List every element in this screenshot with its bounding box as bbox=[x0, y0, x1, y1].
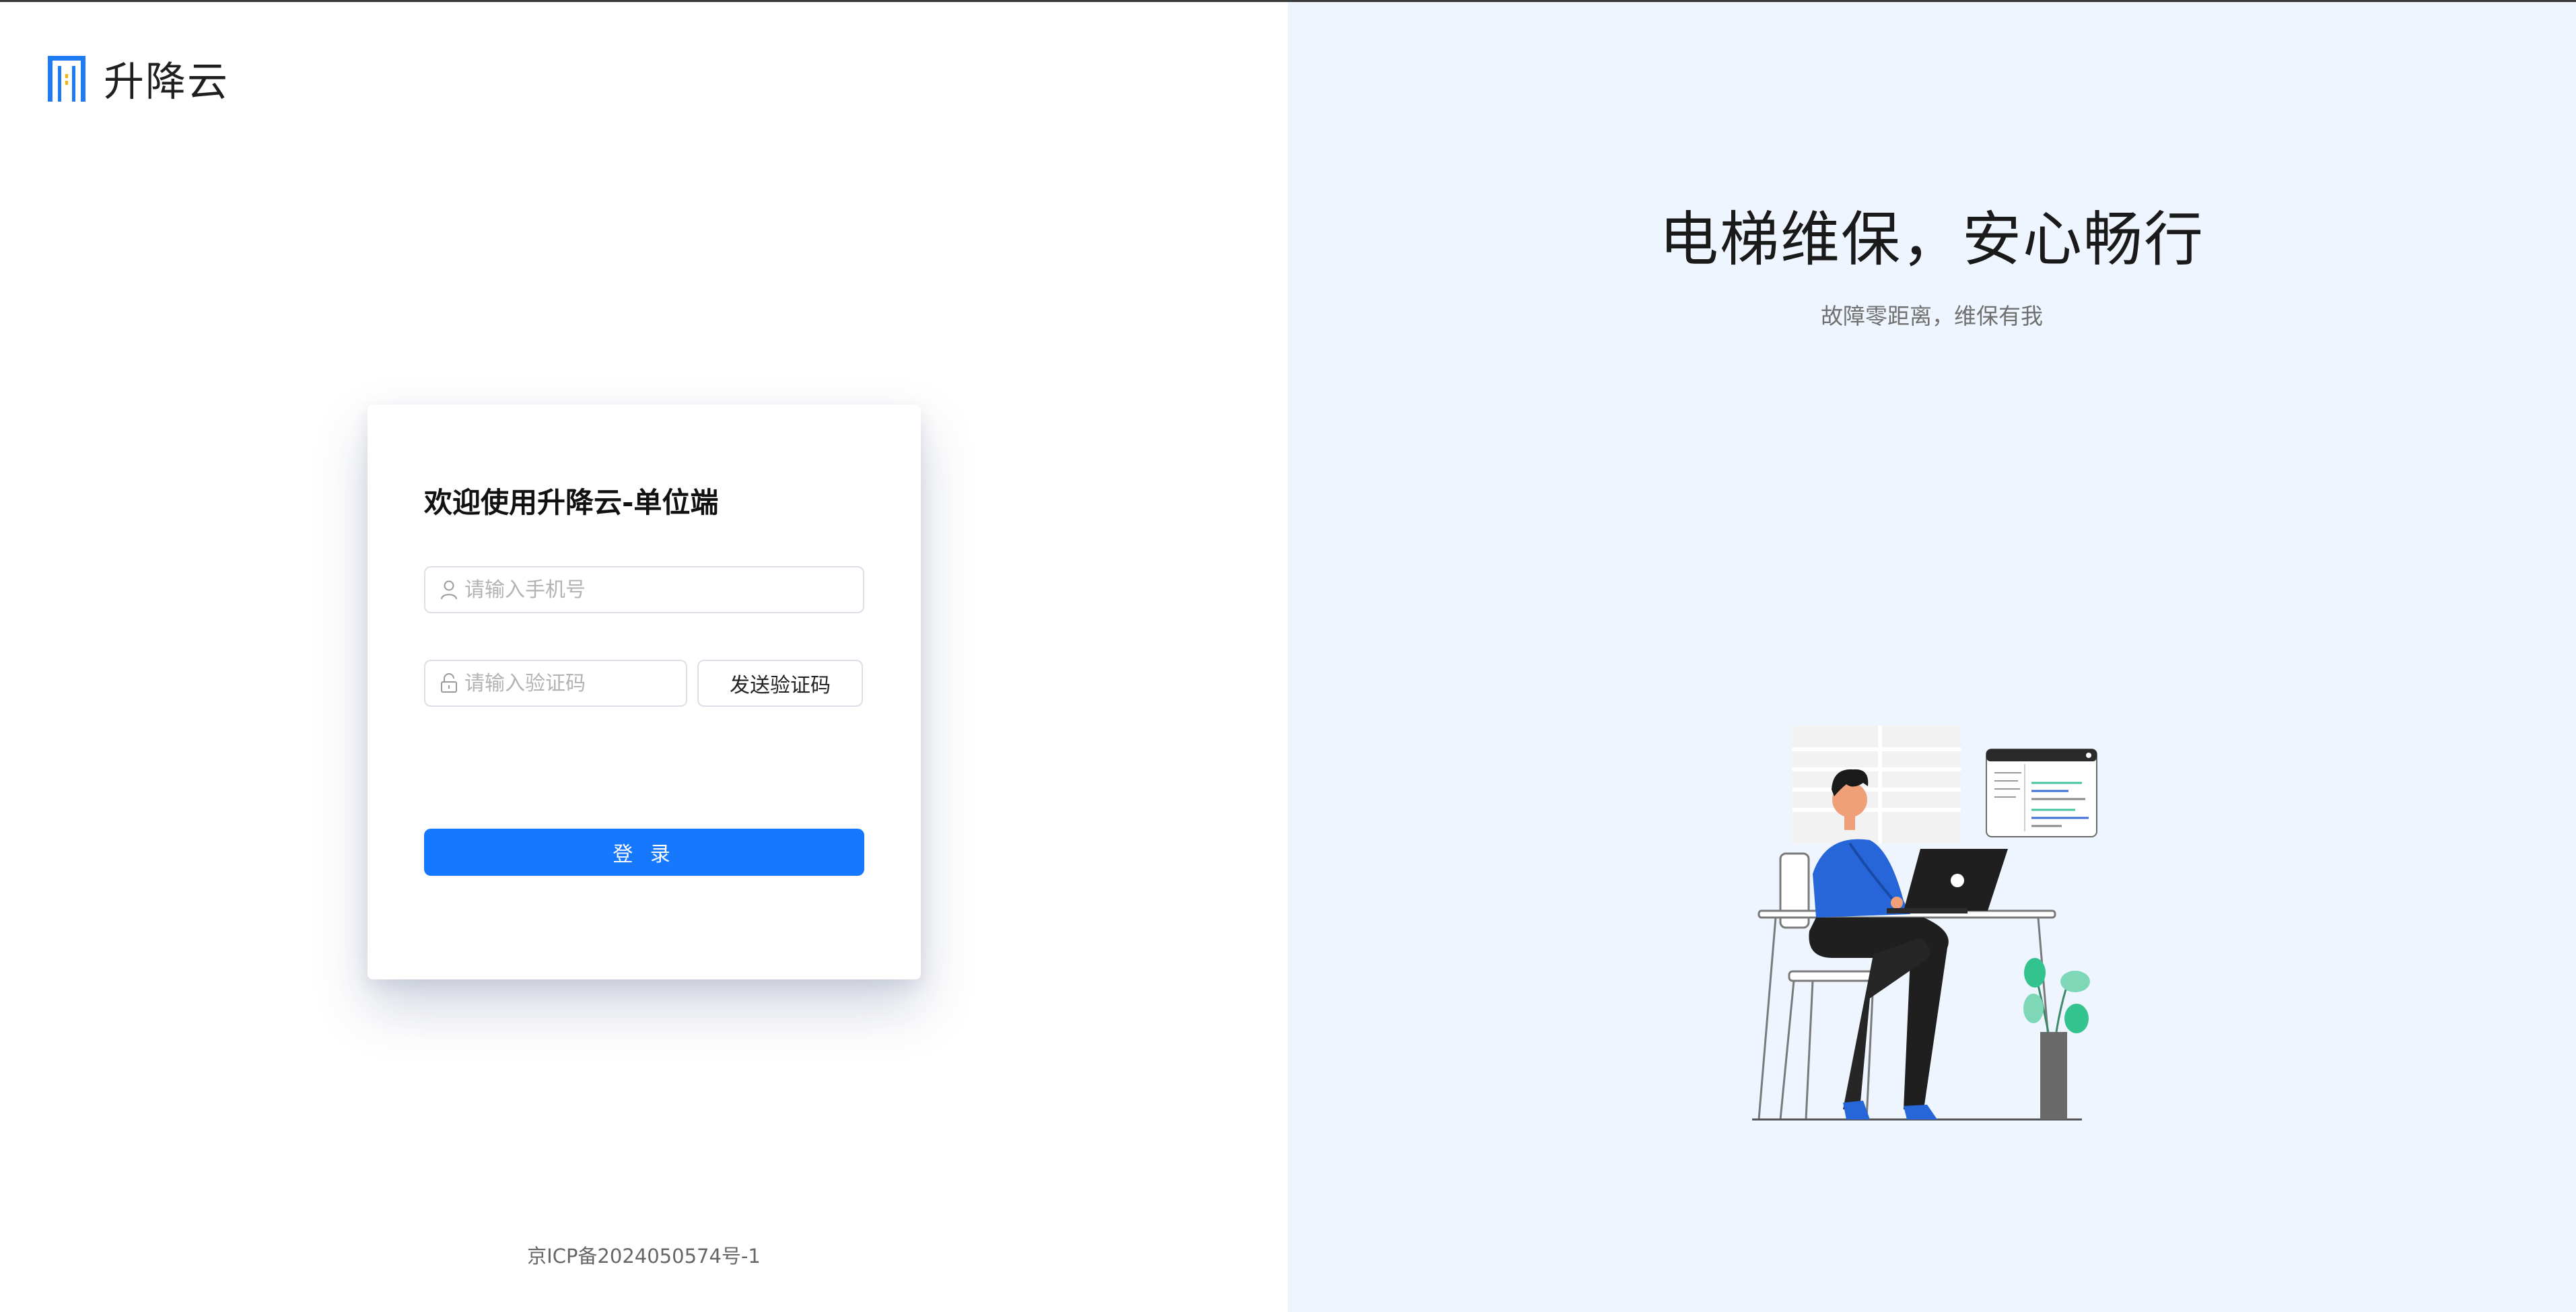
login-panel: 升降云 欢迎使用升降云-单位端 发送验证码 登 录 bbox=[0, 2, 1288, 1312]
lock-icon bbox=[441, 673, 457, 693]
phone-input[interactable] bbox=[464, 578, 863, 602]
brand: 升降云 bbox=[46, 49, 229, 108]
code-input[interactable] bbox=[464, 671, 686, 695]
hero-panel: 电梯维保，安心畅行 故障零距离，维保有我 bbox=[1288, 2, 2576, 1312]
window-backdrop bbox=[1792, 726, 1961, 843]
elevator-logo-icon bbox=[48, 55, 85, 102]
user-icon bbox=[441, 580, 457, 600]
login-card: 欢迎使用升降云-单位端 发送验证码 登 录 bbox=[368, 405, 921, 979]
hero-headline: 电梯维保，安心畅行 bbox=[1659, 205, 2204, 274]
person-at-laptop-illustration bbox=[1752, 726, 2097, 1121]
login-page: 升降云 欢迎使用升降云-单位端 发送验证码 登 录 bbox=[0, 0, 2576, 1312]
brand-name: 升降云 bbox=[104, 59, 229, 106]
code-field[interactable] bbox=[424, 660, 687, 707]
code-window bbox=[1986, 749, 2097, 837]
hero-subline: 故障零距离，维保有我 bbox=[1821, 303, 2043, 329]
phone-field[interactable] bbox=[424, 566, 864, 613]
login-button[interactable]: 登 录 bbox=[424, 829, 864, 876]
send-code-button[interactable]: 发送验证码 bbox=[697, 660, 863, 707]
plant bbox=[2023, 958, 2090, 1119]
icp-footer[interactable]: 京ICP备2024050574号-1 bbox=[0, 1241, 1288, 1269]
login-title: 欢迎使用升降云-单位端 bbox=[424, 486, 719, 519]
